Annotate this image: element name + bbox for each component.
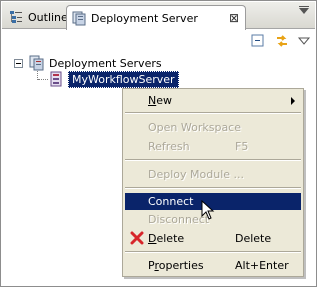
- collapse-toggle-icon[interactable]: [14, 58, 23, 68]
- submenu-arrow-icon: [291, 97, 295, 105]
- context-menu: New Open Workspace Refresh F5 Deploy Mod…: [122, 88, 304, 277]
- menu-item-new[interactable]: New: [125, 92, 301, 109]
- menu-separator: [125, 112, 301, 114]
- server-icon: [50, 71, 62, 87]
- tab-deployment-server[interactable]: Deployment Server ⊠: [66, 5, 246, 30]
- tree-node-deployment-servers[interactable]: Deployment Servers: [14, 55, 162, 71]
- close-icon[interactable]: ⊠: [229, 11, 239, 25]
- tree-node-label-selected: MyWorkflowServer: [68, 70, 179, 88]
- menu-separator: [125, 187, 301, 189]
- menu-separator: [125, 159, 301, 161]
- menu-separator: [125, 251, 301, 253]
- menu-item-refresh[interactable]: Refresh F5: [125, 138, 301, 155]
- deployment-server-view: Outline Deployment Server ⊠ Deployment S…: [0, 0, 317, 287]
- delete-x-icon: [130, 231, 144, 245]
- menu-item-properties[interactable]: Properties Alt+Enter: [125, 257, 301, 274]
- tree-node-myworkflowserver[interactable]: MyWorkflowServer: [48, 70, 179, 88]
- view-tab-bar: Outline Deployment Server ⊠: [2, 2, 315, 30]
- tree-connector: [38, 79, 48, 80]
- collapse-all-icon[interactable]: [250, 33, 266, 49]
- link-with-editor-icon[interactable]: [274, 33, 290, 49]
- tab-deployment-server-label: Deployment Server: [91, 11, 198, 25]
- view-menu-icon[interactable]: [296, 33, 312, 49]
- server-group-icon: [29, 55, 44, 71]
- deployment-server-icon: [72, 11, 86, 26]
- tree-node-label: Deployment Servers: [49, 56, 162, 70]
- outline-icon: [10, 11, 22, 23]
- minimize-icon[interactable]: [299, 6, 309, 14]
- tab-outline[interactable]: Outline: [4, 5, 68, 29]
- view-toolbar: [2, 30, 315, 52]
- tab-outline-label: Outline: [28, 10, 68, 24]
- menu-item-deploy-module[interactable]: Deploy Module ...: [125, 166, 301, 183]
- mouse-pointer-icon: [201, 200, 215, 220]
- menu-item-open-workspace[interactable]: Open Workspace: [125, 119, 301, 136]
- menu-item-delete[interactable]: Delete Delete: [125, 230, 301, 247]
